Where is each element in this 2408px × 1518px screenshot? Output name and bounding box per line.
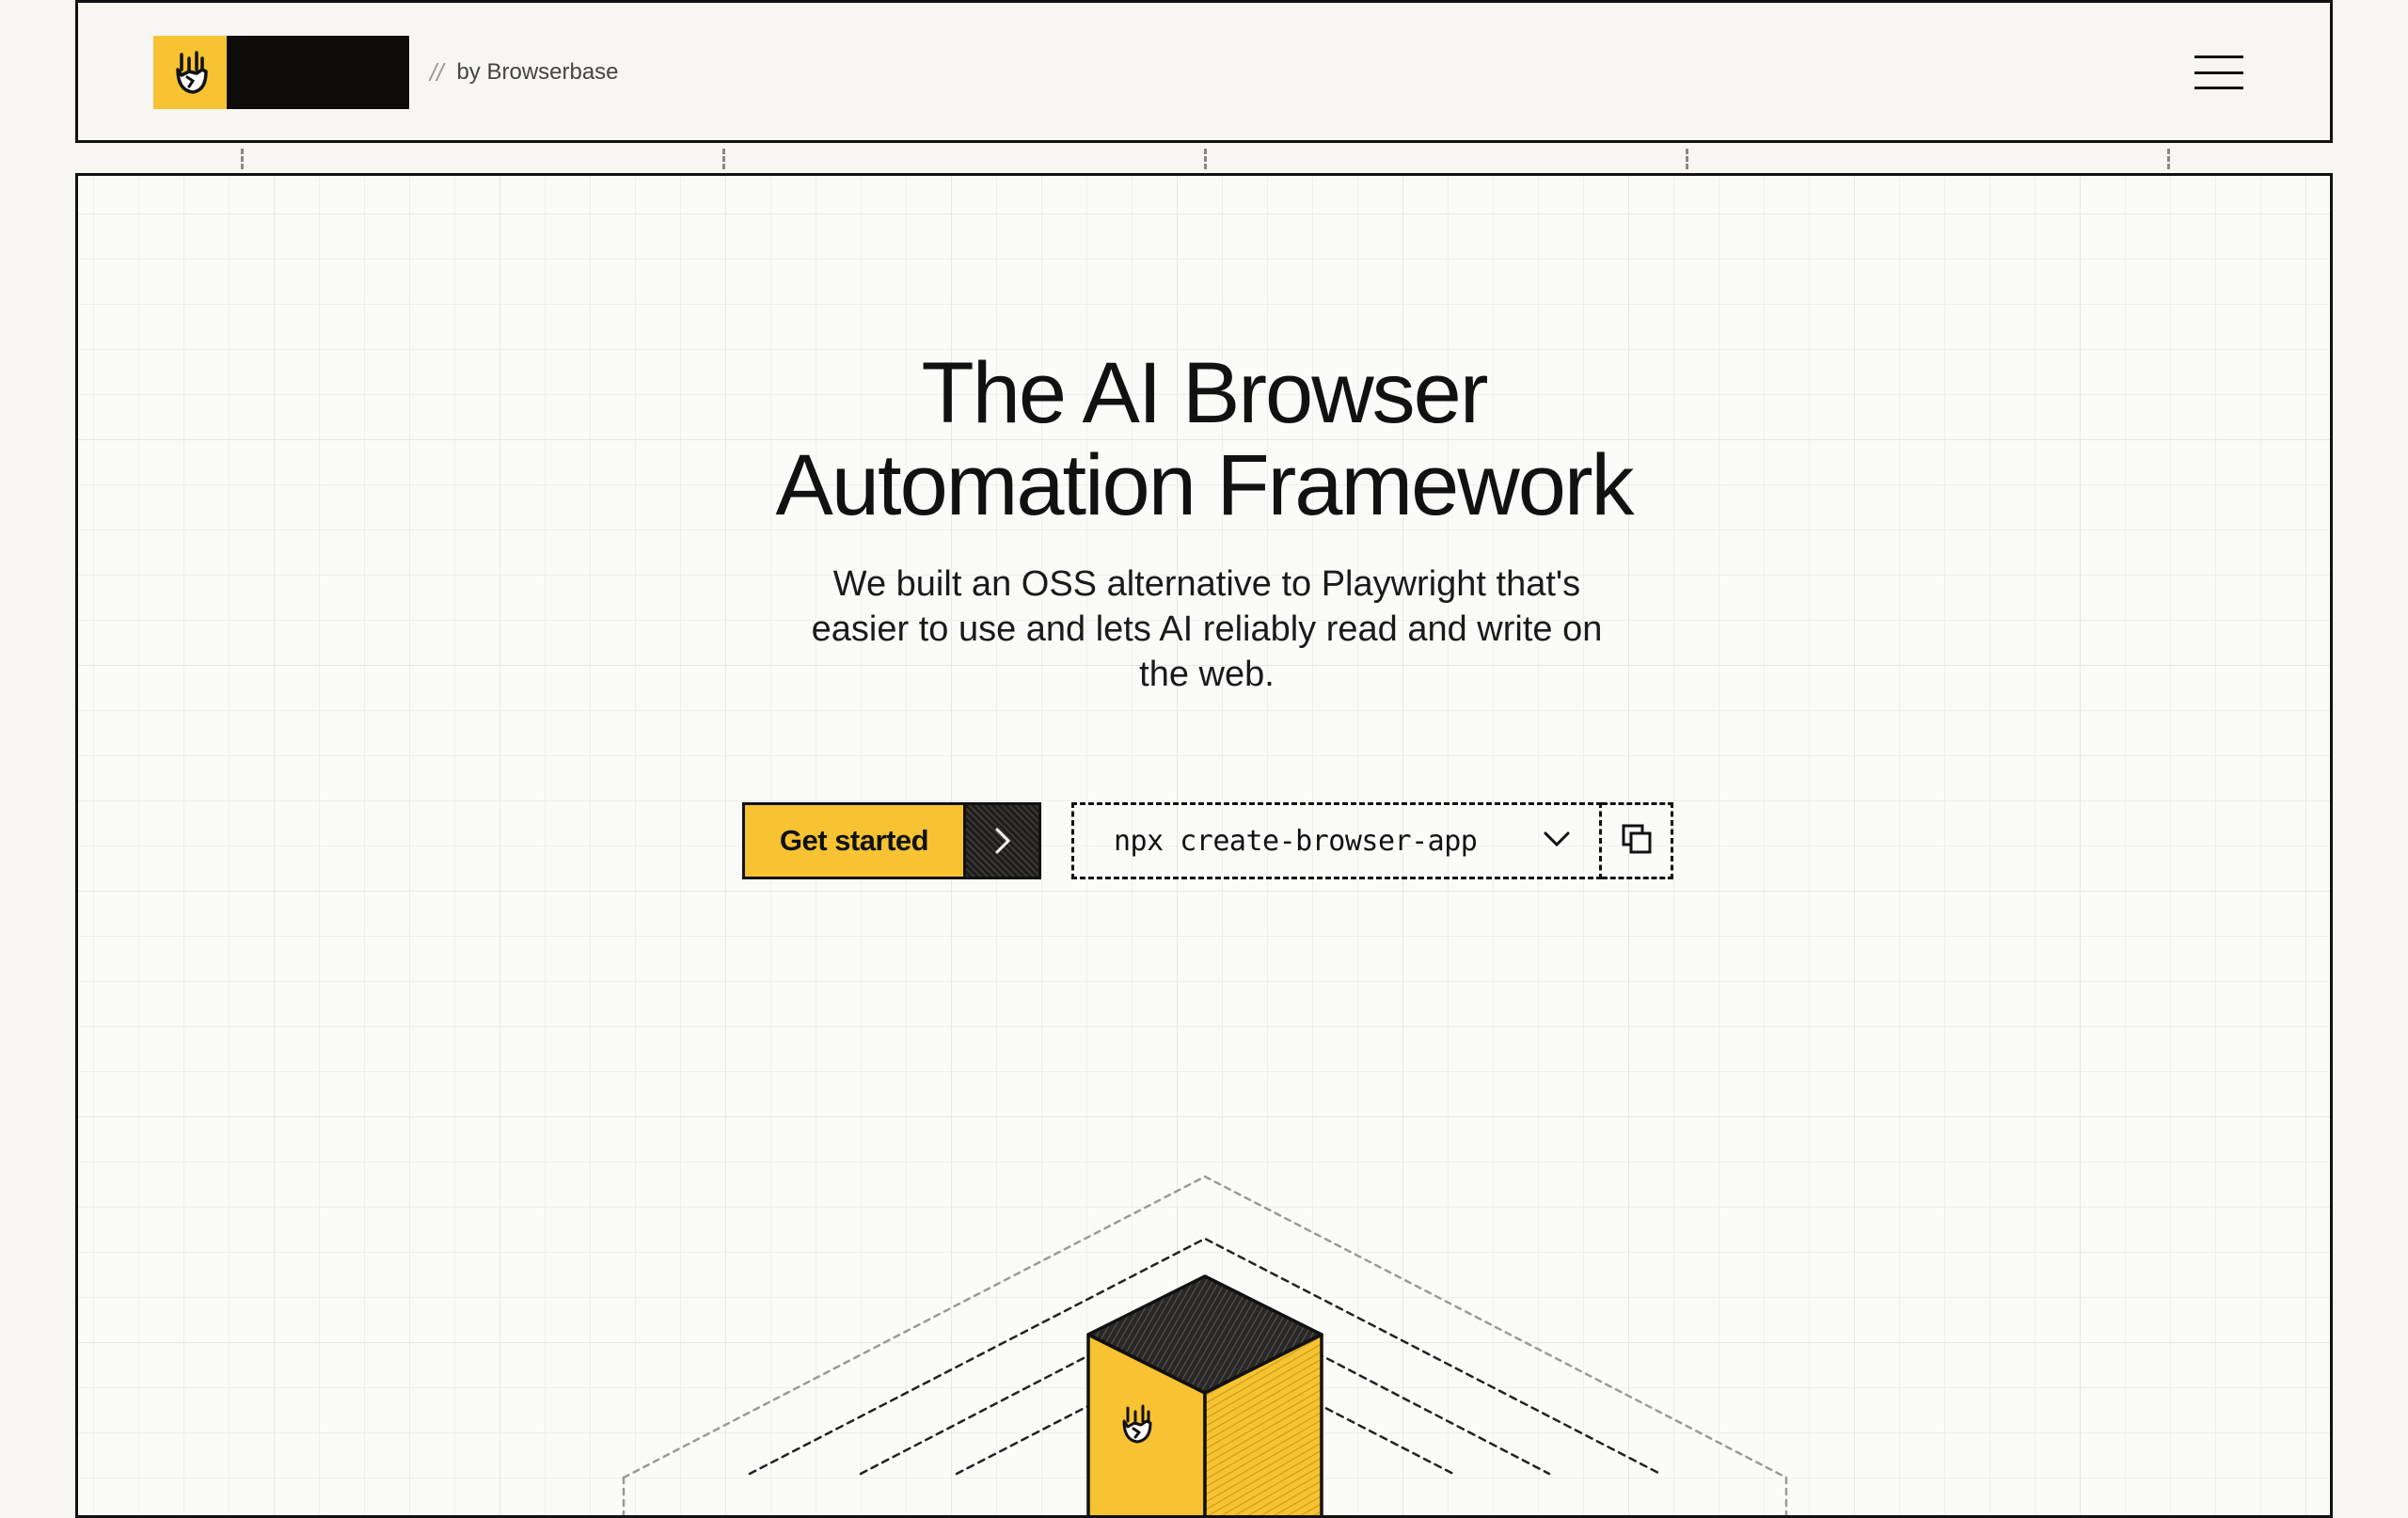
ruler-tick [1204,149,1207,169]
hamburger-menu-icon[interactable] [2194,55,2243,89]
by-browserbase-label: by Browserbase [456,59,619,85]
brand-logo[interactable]: // by Browserbase [153,36,619,109]
site-header: // by Browserbase [75,0,2333,143]
ruler-tick [722,149,725,169]
hero-section: The AI Browser Automation Framework We b… [75,173,2333,1518]
by-slash: // [430,57,444,87]
menu-line [2194,87,2243,89]
by-browserbase[interactable]: // by Browserbase [430,58,619,87]
ruler-tick [2167,149,2170,169]
isometric-cube-icon [622,1175,1788,1515]
rock-hand-icon [153,36,227,109]
menu-line [2194,71,2243,74]
ruler-tick [1686,149,1688,169]
menu-line [2194,55,2243,58]
ruler-tick [241,149,244,169]
brand-wordmark-block [227,36,409,109]
